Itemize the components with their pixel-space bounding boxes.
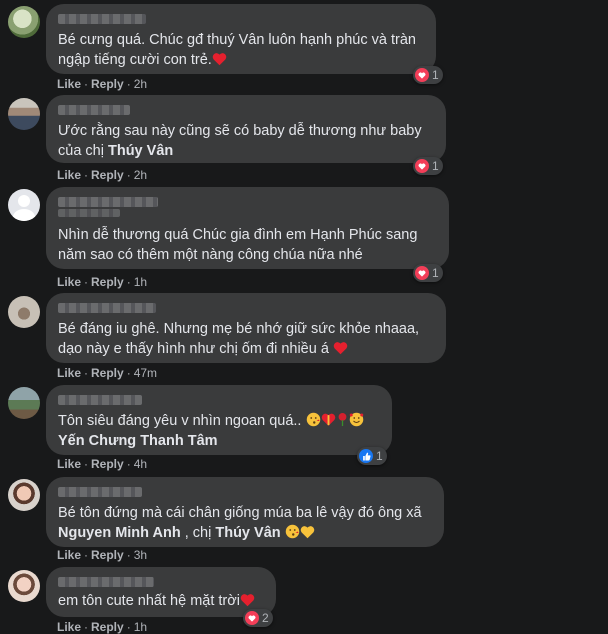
author-name-redacted[interactable] <box>58 105 130 115</box>
comment-bubble: Tôn siêu đáng yêu v nhìn ngoan quá.. Yến… <box>46 385 392 455</box>
tagged-user-2[interactable]: Thúy Vân <box>215 525 280 541</box>
reply-link[interactable]: Reply <box>91 366 124 380</box>
like-link[interactable]: Like <box>57 168 81 182</box>
comment-text: Bé cưng quá. Chúc gđ thuý Vân luôn hạnh … <box>58 32 416 68</box>
reaction-count[interactable]: 1 <box>413 66 443 84</box>
heart-reaction-icon <box>415 266 429 280</box>
comment-text: Bé đáng iu ghê. Nhưng mẹ bé nhớ giữ sức … <box>58 321 420 357</box>
gift-heart-icon <box>321 413 335 426</box>
comment-text: Tôn siêu đáng yêu v nhìn ngoan quá.. Yến… <box>58 411 380 451</box>
comment-time[interactable]: 1h <box>134 275 147 289</box>
author-name-redacted[interactable] <box>58 14 146 24</box>
kissing-face-icon <box>306 412 320 427</box>
comment-actions: Like · Reply · 1h <box>57 275 148 289</box>
red-heart-icon <box>240 594 255 607</box>
reply-link[interactable]: Reply <box>91 548 124 562</box>
comment-time[interactable]: 1h <box>134 620 147 634</box>
red-heart-icon <box>212 53 227 66</box>
comment-time[interactable]: 2h <box>134 77 147 91</box>
yellow-heart-icon <box>300 526 314 539</box>
avatar[interactable] <box>8 6 40 38</box>
rose-icon <box>338 413 346 426</box>
heart-reaction-icon <box>415 68 429 82</box>
comment-text: Ước rằng sau này cũng sẽ có baby dễ thươ… <box>58 123 422 159</box>
comment-bubble: Bé cưng quá. Chúc gđ thuý Vân luôn hạnh … <box>46 4 436 74</box>
emoji-group <box>306 412 364 428</box>
tagged-user[interactable]: Yến Chưng Thanh Tâm <box>58 433 218 449</box>
author-name-redacted[interactable] <box>58 395 142 405</box>
reply-link[interactable]: Reply <box>91 457 124 471</box>
comment-actions: Like · Reply · 3h <box>57 548 148 562</box>
comment-time[interactable]: 4h <box>134 457 147 471</box>
reply-link[interactable]: Reply <box>91 168 124 182</box>
comment-bubble: Nhìn dễ thương quá Chúc gia đình em Hạnh… <box>46 187 449 269</box>
reaction-count[interactable]: 1 <box>413 157 443 175</box>
like-link[interactable]: Like <box>57 366 81 380</box>
heart-reaction-icon <box>415 159 429 173</box>
author-name-redacted[interactable] <box>58 577 154 587</box>
avatar[interactable] <box>8 98 40 130</box>
heart-reaction-icon <box>245 611 259 625</box>
comment-time[interactable]: 3h <box>134 548 147 562</box>
comment-bubble: Ước rằng sau này cũng sẽ có baby dễ thươ… <box>46 95 446 163</box>
comment-bubble: em tôn cute nhất hệ mặt trời <box>46 567 276 617</box>
like-link[interactable]: Like <box>57 275 81 289</box>
avatar[interactable] <box>8 479 40 511</box>
avatar[interactable] <box>8 189 40 221</box>
author-name-redacted[interactable] <box>58 303 156 313</box>
like-link[interactable]: Like <box>57 457 81 471</box>
author-name-redacted[interactable] <box>58 487 142 497</box>
comment-text: Bé tôn đứng mà cái chân giống múa ba lê … <box>58 505 422 541</box>
author-name-redacted[interactable] <box>58 197 158 207</box>
reaction-count[interactable]: 1 <box>413 264 443 282</box>
avatar[interactable] <box>8 387 40 419</box>
reaction-count[interactable]: 2 <box>243 609 273 627</box>
reply-link[interactable]: Reply <box>91 77 124 91</box>
author-name-redacted-2 <box>58 209 120 217</box>
comment-time[interactable]: 2h <box>134 168 147 182</box>
reaction-count[interactable]: 1 <box>357 447 387 465</box>
comment-actions: Like · Reply · 4h <box>57 457 148 471</box>
reply-link[interactable]: Reply <box>91 275 124 289</box>
avatar[interactable] <box>8 296 40 328</box>
comment-text: em tôn cute nhất hệ mặt trời <box>58 591 264 611</box>
smiling-face-with-hearts-icon <box>349 412 363 427</box>
like-reaction-icon <box>359 449 373 463</box>
comment-time[interactable]: 47m <box>134 366 157 380</box>
comment-actions: Like · Reply · 47m <box>57 366 158 380</box>
comment-actions: Like · Reply · 1h <box>57 620 148 634</box>
red-heart-icon <box>333 342 348 355</box>
default-avatar-icon <box>13 195 35 221</box>
tagged-user-1[interactable]: Nguyen Minh Anh <box>58 525 181 541</box>
like-link[interactable]: Like <box>57 548 81 562</box>
like-link[interactable]: Like <box>57 77 81 91</box>
reply-link[interactable]: Reply <box>91 620 124 634</box>
comment-bubble: Bé đáng iu ghê. Nhưng mẹ bé nhớ giữ sức … <box>46 293 446 363</box>
comment-bubble: Bé tôn đứng mà cái chân giống múa ba lê … <box>46 477 444 547</box>
kissing-face-icon <box>285 524 299 539</box>
comment-actions: Like · Reply · 2h <box>57 77 148 91</box>
tagged-user[interactable]: Thúy Vân <box>108 143 173 159</box>
avatar[interactable] <box>8 570 40 602</box>
comment-text: Nhìn dễ thương quá Chúc gia đình em Hạnh… <box>58 227 418 263</box>
like-link[interactable]: Like <box>57 620 81 634</box>
comment-actions: Like · Reply · 2h <box>57 168 148 182</box>
